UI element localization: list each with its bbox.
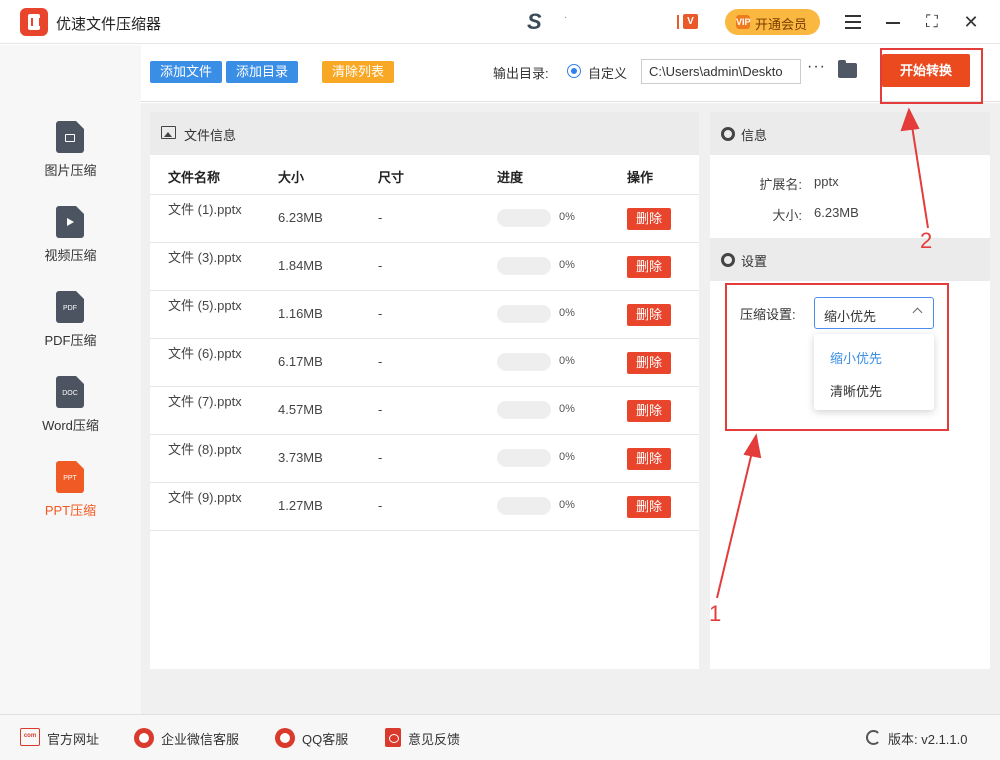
footer: com 官方网址 企业微信客服 QQ客服 意见反馈 版本: v2.1.1.0 bbox=[0, 714, 1000, 760]
annotation-marker-1: 1 bbox=[709, 601, 722, 626]
annotation-marker-2: 2 bbox=[920, 228, 933, 253]
website-icon: com bbox=[20, 728, 40, 746]
refresh-icon[interactable] bbox=[866, 730, 881, 745]
arrow-1-head bbox=[743, 433, 762, 459]
arrow-2-line bbox=[911, 125, 929, 229]
arrow-1-line bbox=[716, 451, 753, 599]
wechat-service-link[interactable]: 企业微信客服 bbox=[161, 729, 239, 748]
qq-icon bbox=[275, 728, 295, 748]
feedback-link[interactable]: 意见反馈 bbox=[408, 729, 460, 748]
qq-service-link[interactable]: QQ客服 bbox=[302, 729, 348, 748]
version-text: 版本: v2.1.1.0 bbox=[888, 732, 968, 747]
arrow-2-head bbox=[900, 107, 920, 132]
feedback-icon bbox=[385, 728, 401, 747]
annotation-arrows bbox=[716, 107, 929, 599]
website-link[interactable]: 官方网址 bbox=[47, 729, 99, 748]
wechat-icon bbox=[134, 728, 154, 748]
